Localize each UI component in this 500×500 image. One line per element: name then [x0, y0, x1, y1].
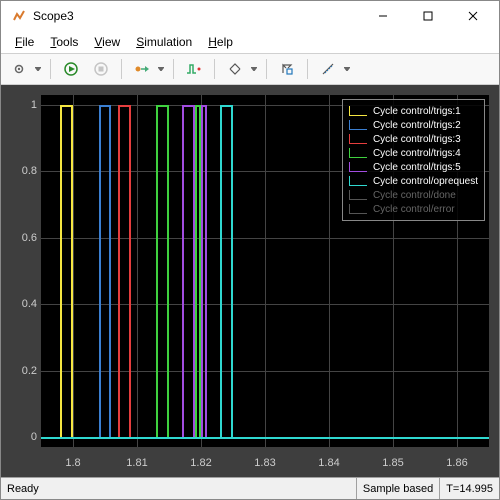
legend-row[interactable]: Cycle control/trigs:1: [349, 104, 478, 118]
signal-pulse: [60, 105, 73, 437]
legend-row[interactable]: Cycle control/trigs:2: [349, 118, 478, 132]
trigger-button[interactable]: [182, 58, 206, 80]
legend-row[interactable]: Cycle control/done: [349, 188, 478, 202]
x-tick-label: 1.81: [126, 457, 147, 469]
menu-simulation[interactable]: Simulation: [130, 33, 198, 51]
legend-row[interactable]: Cycle control/trigs:3: [349, 132, 478, 146]
legend-swatch: [349, 134, 367, 144]
status-ready: Ready: [1, 483, 356, 495]
legend-swatch: [349, 148, 367, 158]
legend-swatch: [349, 162, 367, 172]
menu-view[interactable]: View: [88, 33, 126, 51]
legend-swatch: [349, 106, 367, 116]
x-tick-label: 1.8: [65, 457, 80, 469]
window-title: Scope3: [33, 9, 360, 23]
y-tick-label: 0.2: [9, 365, 37, 377]
signal-pulse: [201, 105, 207, 437]
legend-row[interactable]: Cycle control/trigs:5: [349, 160, 478, 174]
scope-window: Scope3 File Tools View Simulation Help: [0, 0, 500, 500]
legend-swatch: [349, 120, 367, 130]
stop-button[interactable]: [89, 58, 113, 80]
legend-label: Cycle control/done: [373, 190, 456, 201]
signal-pulse: [118, 105, 131, 437]
legend-row[interactable]: Cycle control/error: [349, 202, 478, 216]
signal-pulse: [156, 105, 169, 437]
statusbar: Ready Sample based T=14.995: [1, 477, 499, 499]
toolbar: [1, 54, 499, 85]
separator: [307, 59, 308, 79]
legend-swatch: [349, 190, 367, 200]
configure-dropdown[interactable]: [34, 67, 42, 71]
x-tick-label: 1.83: [254, 457, 275, 469]
configure-button[interactable]: [7, 58, 31, 80]
minimize-button[interactable]: [360, 2, 405, 30]
menu-help[interactable]: Help: [202, 33, 239, 51]
status-mode: Sample based: [356, 478, 439, 499]
matlab-icon: [11, 8, 27, 24]
zoom-dropdown[interactable]: [250, 67, 258, 71]
run-button[interactable]: [59, 58, 83, 80]
legend-label: Cycle control/trigs:4: [373, 148, 461, 159]
y-tick-label: 0.6: [9, 232, 37, 244]
step-button[interactable]: [130, 58, 154, 80]
separator: [266, 59, 267, 79]
zoom-button[interactable]: [223, 58, 247, 80]
separator: [214, 59, 215, 79]
x-tick-label: 1.82: [190, 457, 211, 469]
legend-label: Cycle control/error: [373, 204, 455, 215]
titlebar: Scope3: [1, 1, 499, 31]
y-tick-label: 0: [9, 431, 37, 443]
legend-label: Cycle control/oprequest: [373, 176, 478, 187]
y-tick-label: 0.8: [9, 165, 37, 177]
step-dropdown[interactable]: [157, 67, 165, 71]
legend-label: Cycle control/trigs:2: [373, 120, 461, 131]
plot-area[interactable]: Cycle control/trigs:1 Cycle control/trigs…: [1, 85, 499, 477]
legend[interactable]: Cycle control/trigs:1 Cycle control/trigs…: [342, 99, 485, 221]
x-tick-label: 1.84: [318, 457, 339, 469]
menu-tools[interactable]: Tools: [44, 33, 84, 51]
x-tick-label: 1.86: [446, 457, 467, 469]
y-tick-label: 0.4: [9, 298, 37, 310]
legend-row[interactable]: Cycle control/oprequest: [349, 174, 478, 188]
signal-pulse: [99, 105, 112, 437]
legend-label: Cycle control/trigs:5: [373, 162, 461, 173]
measure-button[interactable]: [316, 58, 340, 80]
legend-label: Cycle control/trigs:3: [373, 134, 461, 145]
close-button[interactable]: [450, 2, 495, 30]
menu-file[interactable]: File: [9, 33, 40, 51]
signal-pulse: [220, 105, 233, 437]
legend-row[interactable]: Cycle control/trigs:4: [349, 146, 478, 160]
maximize-button[interactable]: [405, 2, 450, 30]
menubar: File Tools View Simulation Help: [1, 31, 499, 54]
separator: [50, 59, 51, 79]
y-tick-label: 1: [9, 99, 37, 111]
separator: [121, 59, 122, 79]
legend-swatch: [349, 204, 367, 214]
legend-swatch: [349, 176, 367, 186]
status-time: T=14.995: [439, 478, 499, 499]
x-tick-label: 1.85: [382, 457, 403, 469]
legend-label: Cycle control/trigs:1: [373, 106, 461, 117]
cursor-button[interactable]: [275, 58, 299, 80]
measure-dropdown[interactable]: [343, 67, 351, 71]
signal-pulse: [182, 105, 195, 437]
separator: [173, 59, 174, 79]
